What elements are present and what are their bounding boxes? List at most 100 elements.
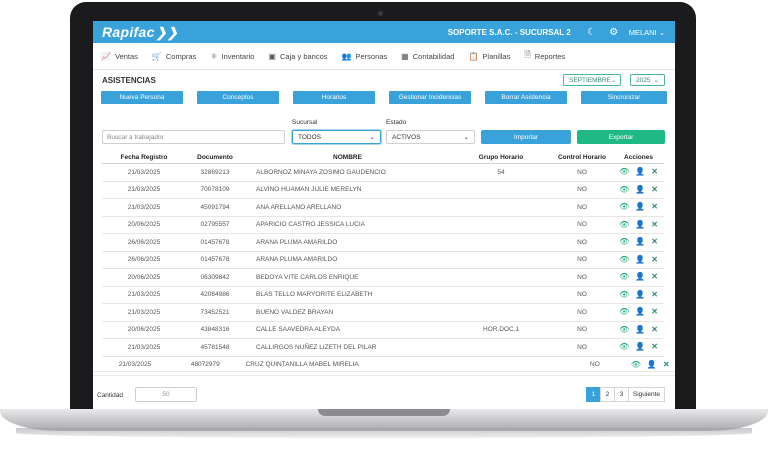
sync-button[interactable]: Sincronizar — [581, 91, 667, 104]
table-row[interactable]: 20/06/2025 06309842 BEDOYA VITE CARLOS ENR… — [102, 269, 664, 287]
cell-documento: 01457678 — [200, 238, 230, 246]
col-documento[interactable]: Documento — [186, 154, 244, 161]
cell-documento: 45781548 — [200, 343, 230, 351]
delete-attendance-button[interactable]: Borrar Asistencia — [485, 91, 567, 104]
quantity-input[interactable]: 50 — [135, 387, 197, 402]
menu-item-contabilidad[interactable]: ▦ Contabilidad — [401, 52, 454, 61]
table-row[interactable]: 20/06/2025 43848316 CALLE SAAVEDRA ALEYDA H… — [102, 322, 664, 339]
close-icon[interactable]: ✕ — [651, 290, 658, 299]
search-input[interactable]: Buscar a trabajador — [102, 130, 285, 144]
cell-documento: 48072979 — [190, 361, 220, 368]
cell-control: NO — [577, 221, 587, 229]
cell-acciones: 👁 👤 ✕ — [613, 273, 664, 281]
user-gear-icon[interactable]: 👤 — [635, 308, 645, 316]
eye-icon[interactable]: 👁 — [619, 255, 629, 264]
pagination: 1 2 3 Siguiente — [585, 387, 665, 402]
moon-icon[interactable]: ☾ — [585, 27, 599, 38]
eye-icon[interactable]: 👁 — [619, 220, 629, 229]
col-control[interactable]: Control Horario — [551, 154, 613, 161]
eye-icon[interactable]: 👁 — [619, 185, 629, 194]
user-gear-icon[interactable]: 👤 — [647, 360, 657, 369]
table-row[interactable]: 21/03/2025 32869213 ALBORNOZ MINAYA ZOSIMO… — [102, 164, 664, 182]
cell-acciones: 👁 👤 ✕ — [613, 308, 664, 316]
col-nombre[interactable]: Nombre — [244, 154, 451, 161]
logo[interactable]: Rapifac❯❯ — [102, 24, 178, 41]
col-fecha[interactable]: Fecha Registro — [102, 154, 186, 161]
user-gear-icon[interactable]: 👤 — [635, 343, 645, 351]
user-gear-icon[interactable]: 👤 — [635, 185, 645, 194]
concepts-button[interactable]: Conceptos — [197, 91, 279, 104]
user-gear-icon[interactable]: 👤 — [635, 203, 645, 211]
menu-item-personas[interactable]: 👥 Personas — [342, 52, 388, 61]
menu-item-ventas[interactable]: 📈 Ventas — [101, 52, 138, 61]
col-grupo[interactable]: Grupo Horario — [451, 154, 551, 161]
user-gear-icon[interactable]: 👤 — [635, 220, 645, 229]
table-row[interactable]: 21/03/2025 70078109 ALVINO HUAMAN JULIE ME… — [102, 182, 664, 199]
user-menu[interactable]: MELANI ⌄ — [629, 28, 665, 37]
menu-item-inventario[interactable]: ⚛ Inventario — [210, 52, 254, 61]
eye-icon[interactable]: 👁 — [619, 290, 629, 299]
user-gear-icon[interactable]: 👤 — [635, 290, 645, 299]
page-header: ASISTENCIAS SEPTIEMBRE ⌄ 2025 ⌄ — [93, 70, 675, 88]
menu-item-compras[interactable]: 🛒 Compras — [152, 52, 196, 61]
eye-icon[interactable]: 👁 — [619, 273, 629, 281]
close-icon[interactable]: ✕ — [651, 343, 658, 351]
cell-grupo: HOR.DOC.1 — [482, 326, 520, 334]
close-icon[interactable]: ✕ — [651, 168, 658, 176]
month-select[interactable]: SEPTIEMBRE ⌄ — [563, 74, 621, 86]
table-row[interactable]: 21/03/2025 73452521 BUENO VALDEZ BRAYAN NO 👁… — [102, 304, 664, 322]
menu-item-planillas[interactable]: 📋 Planillas — [468, 52, 510, 61]
manage-incidents-button[interactable]: Gestionar Incidencias — [389, 91, 471, 104]
eye-icon[interactable]: 👁 — [619, 343, 629, 351]
cell-fecha: 21/03/2025 — [127, 308, 161, 316]
menu-item-reportes[interactable]: 🗎 Reportes — [524, 49, 565, 63]
close-icon[interactable]: ✕ — [651, 185, 658, 194]
table-row[interactable]: 26/06/2025 01457678 ARANA PLUMA AMARILDO NO… — [102, 234, 664, 252]
table-row[interactable]: 20/06/2025 02795557 APARICIO CASTRO JESSIC… — [102, 217, 664, 234]
close-icon[interactable]: ✕ — [651, 238, 658, 246]
gear-icon[interactable]: ⚙ — [607, 27, 621, 38]
cell-nombre: BUENO VALDEZ BRAYAN — [256, 308, 334, 316]
user-gear-icon[interactable]: 👤 — [635, 168, 645, 176]
close-icon[interactable]: ✕ — [663, 360, 670, 369]
sucursal-select[interactable]: TODOS ⌄ — [292, 130, 381, 144]
people-icon: 👥 — [341, 51, 352, 61]
user-gear-icon[interactable]: 👤 — [635, 273, 645, 281]
close-icon[interactable]: ✕ — [651, 220, 658, 229]
eye-icon[interactable]: 👁 — [619, 238, 629, 246]
table-row[interactable]: 21/03/2025 48072979 CRUZ QUINTANILLA MAB… — [93, 358, 675, 372]
schedules-button[interactable]: Horarios — [293, 91, 375, 104]
import-button[interactable]: Importar — [481, 130, 571, 144]
user-gear-icon[interactable]: 👤 — [635, 325, 645, 334]
page-1-button[interactable]: 1 — [585, 387, 601, 402]
eye-icon[interactable]: 👁 — [631, 360, 641, 369]
eye-icon[interactable]: 👁 — [619, 168, 629, 176]
close-icon[interactable]: ✕ — [651, 255, 658, 264]
table-row[interactable]: 21/03/2025 42084986 BLAS TELLO MARYORITE E… — [102, 287, 664, 304]
table-row[interactable]: 21/03/2025 45091794 ANA ARELLANO ARELLANO N… — [102, 199, 664, 217]
close-icon[interactable]: ✕ — [651, 203, 658, 211]
eye-icon[interactable]: 👁 — [619, 308, 629, 316]
boxes-icon: ⚛ — [210, 51, 218, 61]
new-person-button[interactable]: Nueva Persona — [101, 91, 183, 104]
cell-documento: 32869213 — [200, 168, 230, 176]
close-icon[interactable]: ✕ — [651, 273, 658, 281]
export-button[interactable]: Exportar — [577, 130, 665, 144]
user-gear-icon[interactable]: 👤 — [635, 238, 645, 246]
table-row[interactable]: 21/03/2025 45781548 CALLIRGOS NUÑEZ LIZETH… — [102, 339, 664, 357]
page-2-button[interactable]: 2 — [599, 387, 615, 402]
table-row[interactable]: 26/06/2025 01457678 ARANA PLUMA AMARILDO NO… — [102, 252, 664, 269]
close-icon[interactable]: ✕ — [651, 308, 658, 316]
close-icon[interactable]: ✕ — [651, 325, 658, 334]
eye-icon[interactable]: 👁 — [619, 325, 629, 334]
eye-icon[interactable]: 👁 — [619, 203, 629, 211]
next-page-button[interactable]: Siguiente — [627, 387, 665, 402]
company-selector[interactable]: SOPORTE S.A.C. - SUCURSAL 2 — [448, 28, 571, 37]
chart-icon: 📈 — [101, 51, 111, 61]
menu-item-caja[interactable]: ▣ Caja y bancos — [268, 52, 327, 61]
year-select[interactable]: 2025 ⌄ — [630, 74, 665, 86]
page-3-button[interactable]: 3 — [613, 387, 629, 402]
estado-select[interactable]: ACTIVOS ⌄ — [386, 130, 475, 144]
cell-nombre: BEDOYA VITE CARLOS ENRIQUE — [256, 273, 359, 281]
user-gear-icon[interactable]: 👤 — [635, 255, 645, 264]
